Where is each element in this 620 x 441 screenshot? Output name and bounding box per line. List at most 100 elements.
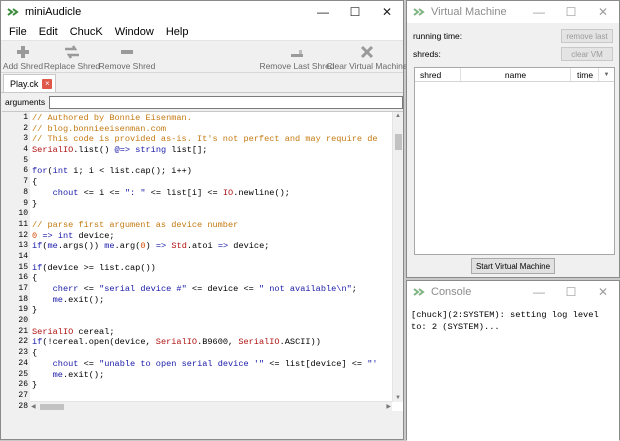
minimize-icon[interactable]: — [307, 1, 339, 23]
code-line: 8 chout <= i <= ": " <= list[i] <= IO.ne… [2, 188, 392, 199]
tab-label: Play.ck [10, 78, 39, 89]
scroll-up-icon[interactable]: ▲ [395, 113, 401, 119]
code-text: // This code is provided as-is. It's not… [32, 134, 378, 145]
vm-window: Virtual Machine — ☐ ✕ running time: remo… [406, 0, 620, 278]
close-icon[interactable]: ✕ [587, 281, 619, 303]
code-line: 3 // This code is provided as-is. It's no… [2, 134, 392, 145]
code-line: 18 me.exit(); [2, 295, 392, 306]
running-time-label: running time: [413, 31, 463, 41]
menu-file[interactable]: File [3, 26, 33, 38]
tab-play-ck[interactable]: Play.ck × [3, 74, 57, 92]
line-number: 19 [18, 305, 28, 315]
clear-vm-toolbar-button[interactable]: Clear Virtual Machine [326, 42, 408, 72]
code-line: 13 if(me.args()) me.arg(0) => Std.atoi =>… [2, 241, 392, 252]
vm-titlebar[interactable]: Virtual Machine — ☐ ✕ [407, 1, 619, 23]
remove-last-shred-button[interactable]: Remove Last Shred [259, 42, 335, 72]
code-text: if(me.args()) me.arg(0) => Std.atoi => d… [32, 241, 270, 252]
menu-window[interactable]: Window [109, 26, 160, 38]
close-icon[interactable]: ✕ [587, 1, 619, 23]
plus-icon [17, 45, 29, 58]
line-number: 17 [18, 284, 28, 293]
remove-shred-label: Remove Shred [98, 61, 156, 71]
horizontal-scroll-thumb[interactable] [40, 404, 64, 410]
remove-last-button[interactable]: remove last [561, 29, 613, 43]
line-number: 14 [18, 251, 28, 261]
vm-window-title: Virtual Machine [431, 6, 507, 18]
code-text: if(device >= list.cap()) [32, 262, 156, 273]
code-line: 25 me.exit(); [2, 370, 392, 381]
column-shred[interactable]: shred [415, 68, 461, 81]
arguments-input[interactable] [49, 95, 403, 109]
code-text: // parse first argument as device number [32, 219, 239, 230]
menu-chuck[interactable]: ChucK [64, 26, 109, 38]
menu-edit[interactable]: Edit [33, 26, 64, 38]
code-line: 1 // Authored by Bonnie Eisenman. [2, 113, 392, 124]
code-text: me.exit(); [52, 294, 105, 305]
code-line: 5 [2, 156, 392, 167]
running-time-row: running time: remove last [407, 27, 619, 45]
start-vm-button[interactable]: Start Virtual Machine [471, 258, 555, 274]
remove-shred-button[interactable]: Remove Shred [99, 42, 155, 72]
code-line: 4 SerialIO.list() @=> string list[]; [2, 145, 392, 156]
toolbar: Add Shred Replace Shred Remove Shred Rem… [1, 41, 408, 73]
code-text: { [32, 348, 38, 359]
vertical-scroll-thumb[interactable] [395, 134, 402, 150]
minimize-icon[interactable]: — [523, 281, 555, 303]
code-line: 6 for(int i; i < list.cap(); i++) [2, 166, 392, 177]
code-line: 20 [2, 316, 392, 327]
code-editor[interactable]: 1 // Authored by Bonnie Eisenman. 2 // blog… [2, 111, 403, 411]
line-number: 5 [23, 155, 28, 165]
line-number: 8 [23, 187, 28, 197]
console-window-title: Console [431, 286, 472, 298]
menu-bar: File Edit ChucK Window Help [1, 23, 403, 41]
minimize-icon[interactable]: — [523, 1, 555, 23]
vertical-scrollbar[interactable]: ▲ ▼ [392, 112, 403, 402]
maximize-icon[interactable]: ☐ [555, 1, 587, 23]
line-number: 1 [23, 113, 28, 122]
line-number: 26 [18, 380, 28, 390]
code-text: // blog.bonnieeisenman.com [32, 123, 167, 134]
scroll-down-icon[interactable]: ▼ [395, 395, 401, 401]
scroll-right-icon[interactable]: ▶ [386, 403, 391, 410]
console-titlebar[interactable]: Console — ☐ ✕ [407, 281, 619, 303]
line-number: 12 [18, 230, 28, 240]
console-output[interactable]: [chuck](2:SYSTEM): setting log level to:… [407, 303, 619, 441]
maximize-icon[interactable]: ☐ [555, 281, 587, 303]
main-titlebar[interactable]: miniAudicle — ☐ ✕ [1, 1, 403, 23]
app-logo-icon [7, 8, 19, 16]
tab-close-icon[interactable]: × [42, 78, 53, 89]
replace-shred-label: Replace Shred [43, 61, 101, 71]
replace-shred-button[interactable]: Replace Shred [43, 42, 101, 72]
code-line: 26} [2, 380, 392, 391]
column-name[interactable]: name [461, 68, 571, 81]
code-text: SerialIO.list() @=> string list[]; [32, 145, 208, 156]
maximize-icon[interactable]: ☐ [339, 1, 371, 23]
remove-last-shred-label: Remove Last Shred [259, 61, 335, 71]
horizontal-scrollbar[interactable]: ◀ ▶ [30, 401, 392, 411]
code-text: { [32, 177, 38, 188]
line-number: 13 [18, 241, 28, 251]
clear-vm-button[interactable]: clear VM [561, 47, 613, 61]
line-number: 2 [23, 123, 28, 133]
scroll-left-icon[interactable]: ◀ [31, 403, 36, 410]
minus-icon [121, 49, 133, 54]
main-window: miniAudicle — ☐ ✕ File Edit ChucK Window… [0, 0, 408, 440]
sort-chevron-icon[interactable]: ▼ [599, 68, 614, 81]
code-line: 12 0 => int device; [2, 231, 392, 242]
line-number: 7 [23, 177, 28, 187]
shred-table[interactable]: shred name time ▼ [414, 67, 615, 255]
close-icon[interactable]: ✕ [371, 1, 403, 23]
shreds-row: shreds: clear VM [407, 45, 619, 63]
code-line: 14 [2, 252, 392, 263]
code-line: 16 { [2, 273, 392, 284]
column-time[interactable]: time [571, 68, 599, 81]
shreds-label: shreds: [413, 49, 441, 59]
add-shred-button[interactable]: Add Shred [1, 42, 45, 72]
code-text: cherr <= "serial device #" <= device <= … [52, 284, 357, 294]
menu-help[interactable]: Help [160, 26, 195, 38]
line-number: 27 [18, 390, 28, 400]
line-number: 21 [18, 326, 28, 336]
